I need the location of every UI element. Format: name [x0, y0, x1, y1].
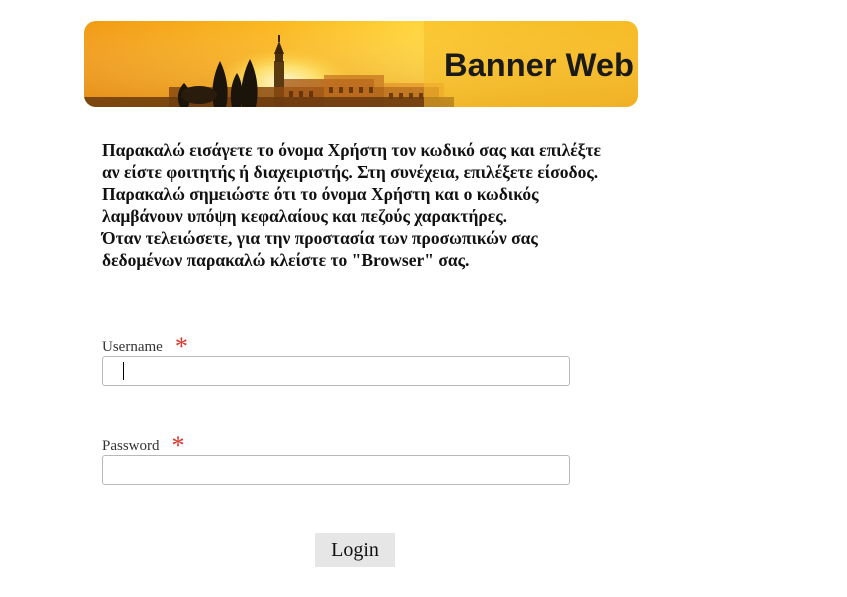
banner-image: Banner Web — [84, 21, 638, 107]
instructions-line-3: Όταν τελειώσετε, για την προστασία των π… — [102, 228, 538, 270]
banner-title: Banner Web — [444, 47, 634, 83]
username-label: Username — [102, 339, 163, 355]
instructions-line-1: Παρακαλώ εισάγετε το όνομα Χρήστη τον κω… — [102, 140, 602, 182]
banner: Banner Web — [84, 21, 638, 107]
password-label-row: Password * — [102, 427, 185, 460]
password-label: Password — [102, 438, 160, 454]
text-caret — [123, 362, 124, 380]
login-page: Banner Web Παρακαλώ εισάγετε το όνομα Χρ… — [0, 0, 847, 597]
login-instructions: Παρακαλώ εισάγετε το όνομα Χρήστη τον κω… — [102, 139, 602, 271]
password-input[interactable] — [102, 455, 570, 485]
username-input[interactable] — [102, 356, 570, 386]
instructions-line-2: Παρακαλώ σημειώστε ότι το όνομα Χρήστη κ… — [102, 184, 539, 226]
login-button[interactable]: Login — [315, 533, 395, 567]
username-label-row: Username * — [102, 328, 188, 361]
